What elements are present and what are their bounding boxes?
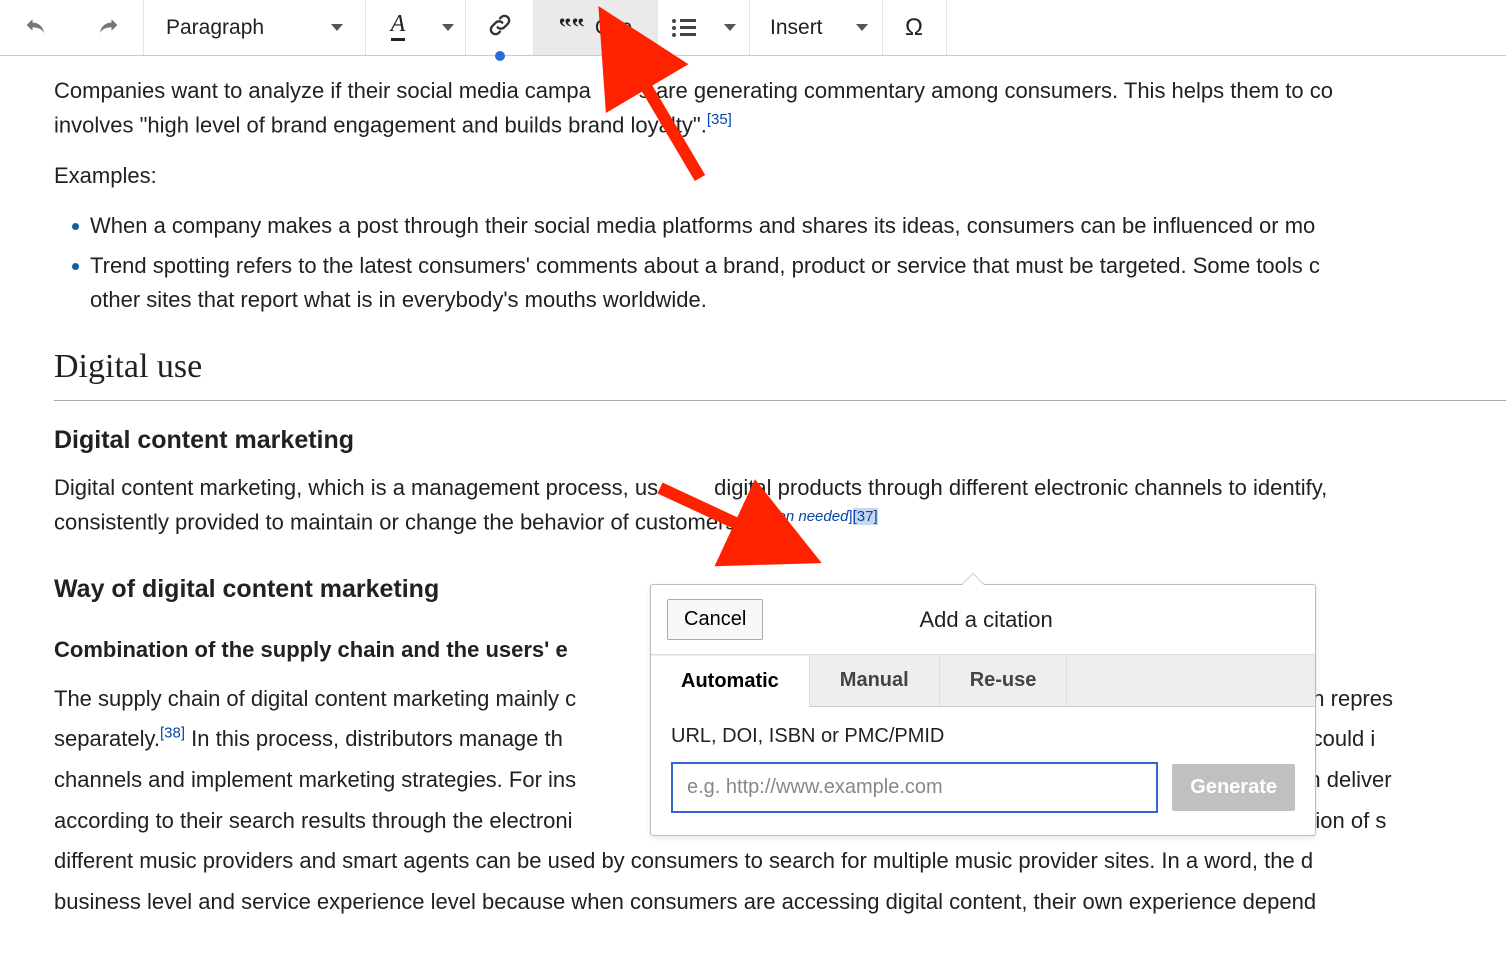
insert-dropdown-arrow[interactable] — [843, 0, 883, 55]
text: according to their search results throug… — [54, 808, 573, 833]
list-button[interactable] — [658, 0, 710, 55]
bullet-list-icon — [672, 19, 696, 37]
text: Trend spotting refers to the latest cons… — [90, 253, 1320, 278]
link-button[interactable] — [466, 0, 534, 55]
cancel-button[interactable]: Cancel — [667, 599, 763, 640]
text-style-dropdown[interactable] — [430, 0, 466, 55]
text: The supply chain of digital content mark… — [54, 686, 576, 711]
dialog-body: URL, DOI, ISBN or PMC/PMID Generate — [651, 707, 1315, 835]
text: separately. — [54, 726, 160, 751]
text: In this process, distributors manage th — [185, 726, 563, 751]
tab-reuse[interactable]: Re-use — [940, 655, 1068, 706]
link-icon — [486, 11, 514, 45]
text: involves "high level of brand engagement… — [54, 112, 707, 137]
bracket: ] — [848, 508, 852, 525]
input-row: Generate — [671, 762, 1295, 813]
letter-a-icon: A — [391, 14, 406, 41]
citation-dialog: Cancel Add a citation Automatic Manual R… — [650, 584, 1316, 836]
indicator-dot — [495, 51, 505, 61]
list-dropdown[interactable] — [710, 0, 750, 55]
undo-button[interactable] — [0, 0, 72, 55]
chevron-down-icon — [331, 24, 343, 31]
text: digital products through different elect… — [714, 475, 1327, 500]
chevron-down-icon — [724, 24, 736, 31]
tab-manual[interactable]: Manual — [810, 655, 940, 706]
text: Digital content marketing, which is a ma… — [54, 475, 658, 500]
dialog-title: Add a citation — [763, 607, 1209, 633]
section-heading[interactable]: Digital use — [54, 341, 1506, 401]
example-list: When a company makes a post through thei… — [54, 209, 1506, 317]
redo-icon — [94, 11, 122, 45]
cite-button[interactable]: ‟‟ Cite — [534, 0, 658, 55]
examples-label[interactable]: Examples: — [54, 159, 1506, 193]
text: consistently provided to maintain or cha… — [54, 510, 743, 535]
paragraph-text[interactable]: Digital content marketing, which is a ma… — [54, 471, 1506, 505]
insert-label: Insert — [770, 16, 823, 40]
chevron-down-icon — [442, 24, 454, 31]
tab-automatic[interactable]: Automatic — [651, 656, 810, 707]
text: s are generating commentary among consum… — [639, 78, 1333, 103]
citation-url-input[interactable] — [671, 762, 1158, 813]
paragraph-dropdown[interactable]: Paragraph — [144, 0, 366, 55]
paragraph-label: Paragraph — [166, 16, 264, 40]
dialog-tabs: Automatic Manual Re-use — [651, 655, 1315, 707]
reference-link[interactable]: [35] — [707, 111, 732, 128]
chevron-down-icon — [856, 24, 868, 31]
list-item[interactable]: When a company makes a post through thei… — [54, 209, 1506, 243]
paragraph-text[interactable]: consistently provided to maintain or cha… — [54, 505, 1506, 539]
paragraph-text[interactable]: involves "high level of brand engagement… — [54, 108, 1506, 142]
paragraph-text[interactable]: Companies want to analyze if their socia… — [54, 74, 1506, 108]
citation-needed-tag[interactable]: citation needed — [747, 508, 849, 525]
redo-button[interactable] — [72, 0, 144, 55]
quote-icon: ‟‟ — [559, 13, 585, 43]
text: other sites that report what is in every… — [90, 287, 707, 312]
reference-link[interactable]: [37] — [853, 508, 878, 525]
text: business level and service experience le… — [54, 889, 1316, 914]
list-item[interactable]: Trend spotting refers to the latest cons… — [54, 249, 1506, 317]
text: Companies want to analyze if their socia… — [54, 78, 591, 103]
editor-toolbar: Paragraph A ‟‟ Cite Insert Ω — [0, 0, 1506, 56]
reference-link[interactable]: [38] — [160, 725, 185, 742]
input-label: URL, DOI, ISBN or PMC/PMID — [671, 725, 1295, 748]
undo-icon — [22, 11, 50, 45]
generate-button[interactable]: Generate — [1172, 764, 1295, 811]
cite-label: Cite — [595, 16, 632, 40]
omega-icon: Ω — [905, 14, 923, 42]
dialog-header: Cancel Add a citation — [651, 585, 1315, 655]
insert-dropdown[interactable]: Insert — [750, 0, 843, 55]
text: channels and implement marketing strateg… — [54, 767, 576, 792]
special-character-button[interactable]: Ω — [883, 0, 947, 55]
text: different music providers and smart agen… — [54, 848, 1313, 873]
text-style-button[interactable]: A — [366, 0, 430, 55]
subsection-heading[interactable]: Digital content marketing — [54, 421, 1506, 460]
